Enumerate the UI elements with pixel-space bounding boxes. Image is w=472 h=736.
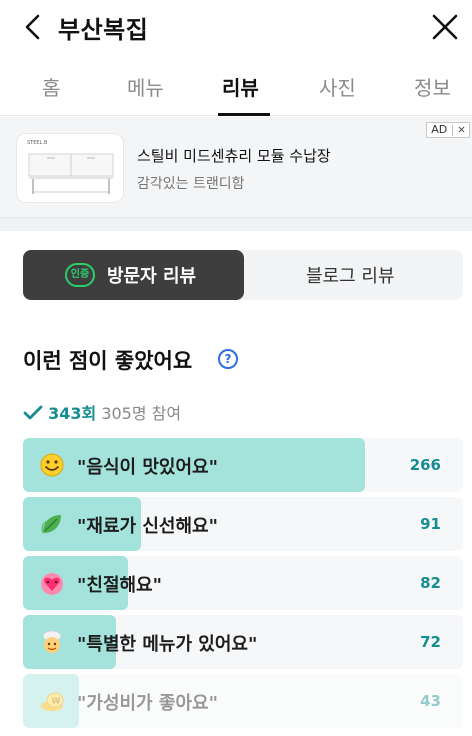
visitor-review-button[interactable]: 인증 방문자 리뷰 [23,250,244,300]
highlight-label: "특별한 메뉴가 있어요" [77,634,258,655]
cabinet-image-icon: STEEL.B [27,140,114,194]
ad-label: AD [431,123,448,136]
highlight-bar: W "가성비가 좋아요" 43 [23,674,463,728]
active-tab-indicator [218,113,270,116]
highlight-label: "재료가 신선해요" [77,516,218,537]
help-icon[interactable]: ? [218,349,238,369]
participant-count: 305명 참여 [101,404,182,423]
blog-review-button[interactable]: 블로그 리뷰 [306,262,395,288]
highlight-bar: "특별한 메뉴가 있어요" 72 [23,615,463,669]
tab-menu[interactable]: 메뉴 [127,72,164,101]
ad-banner[interactable]: STEEL.B 스틸비 미드센츄리 모듈 수납장 감각있는 트랜디함 AD | [0,117,472,217]
leaf-emoji-icon [41,515,61,534]
highlight-count: 82 [420,574,441,592]
close-icon[interactable] [430,12,460,42]
back-arrow-icon[interactable] [18,12,48,42]
highlight-bar: "친절해요" 82 [23,556,463,610]
highlight-count: 91 [420,515,441,533]
page-title: 부산복집 [58,16,149,44]
ad-divider: | [450,123,455,136]
review-type-toggle: 인증 방문자 리뷰 블로그 리뷰 [23,250,463,300]
ad-subtitle: 감각있는 트랜디함 [137,176,245,192]
top-bar: 부산복집 [0,0,472,56]
coin-emoji-icon: W [41,692,64,711]
ad-badge[interactable]: AD | [426,122,470,138]
section-divider [0,217,472,231]
svg-text:W: W [52,697,61,706]
tab-bar: 홈 메뉴 리뷰 사진 정보 [0,62,472,116]
smile-emoji-icon [40,453,64,477]
highlight-label: "음식이 맛있어요" [77,457,218,478]
ad-thumbnail: STEEL.B [16,133,124,203]
check-icon [23,405,43,420]
highlight-count: 266 [409,456,441,474]
ad-thumb-brand: STEEL.B [27,140,48,146]
highlight-count: 43 [420,692,441,710]
highlight-label: "친절해요" [77,575,162,596]
verified-badge-icon: 인증 [65,263,95,287]
tab-photos[interactable]: 사진 [319,72,356,101]
highlight-bar: "재료가 신선해요" 91 [23,497,463,551]
tab-review[interactable]: 리뷰 [222,72,259,101]
chef-emoji-icon [42,630,62,653]
ad-title: 스틸비 미드센츄리 모듈 수납장 [137,147,331,165]
ad-close-icon[interactable] [458,126,465,133]
heart-emoji-icon [41,573,63,595]
vote-stats: 343회 305명 참여 [23,400,181,424]
visitor-review-label: 방문자 리뷰 [107,266,197,287]
highlight-bar: "음식이 맛있어요" 266 [23,438,463,492]
vote-count: 343회 [48,404,97,423]
highlight-label: "가성비가 좋아요" [77,693,218,714]
highlight-count: 72 [420,633,441,651]
section-title: 이런 점이 좋았어요 [23,349,193,373]
tab-info[interactable]: 정보 [414,72,451,101]
tab-home[interactable]: 홈 [42,72,60,101]
